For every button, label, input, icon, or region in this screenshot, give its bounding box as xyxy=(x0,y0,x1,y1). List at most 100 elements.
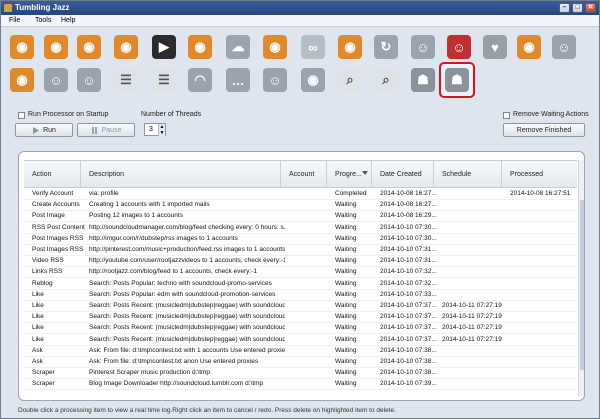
table-row[interactable]: Scraper Pinterest Scraper music productio… xyxy=(24,368,577,380)
toolbar-reblog-circle-button[interactable]: ↻ xyxy=(371,32,401,62)
threads-spinner[interactable]: 3 ▲ ▼ xyxy=(144,123,166,136)
cell-action: Like xyxy=(32,313,44,321)
toolbar-rss-photo-button[interactable]: ◉ xyxy=(111,32,141,62)
view-eye-icon: ◉ xyxy=(301,68,325,92)
toolbar-list-up-button[interactable]: ☰ xyxy=(149,65,179,95)
header-schedule[interactable]: Schedule xyxy=(434,161,502,188)
grid-vertical-scrollbar[interactable] xyxy=(578,160,584,396)
table-row[interactable]: Post Images RSS http://pinterest.com/musi… xyxy=(24,245,577,256)
table-row[interactable]: Post Images RSS http://imgur.com/r/dubste… xyxy=(24,234,577,245)
table-row[interactable]: Like Search: Posts Recent: (musicledm|dub… xyxy=(24,335,577,346)
table-row[interactable]: Post Image Posting 12 images to 1 account… xyxy=(24,211,577,223)
cell-date-created: 2014-10-10 07:37... xyxy=(380,324,437,332)
toolbar-heart-like-button[interactable]: ♥ xyxy=(480,32,510,62)
table-row[interactable]: Video RSS http://youtube.com/user/rootjaz… xyxy=(24,256,577,268)
table-row[interactable]: Like Search: Posts Popular: edm with soun… xyxy=(24,290,577,301)
table-row[interactable]: Ask Ask: From file: d:\tmp\contest.txt an… xyxy=(24,357,577,368)
table-row[interactable]: Scraper Blog Image Downloader http://soun… xyxy=(24,379,577,391)
table-row[interactable]: RSS Post Content http://soundcloudmanager… xyxy=(24,223,577,234)
cell-date-created: 2014-10-10 07:32... xyxy=(380,268,437,276)
toolbar-message-bubble-button[interactable]: … xyxy=(223,65,253,95)
toolbar-user-number-button[interactable]: ☺ xyxy=(74,65,104,95)
rss-text-icon: ◉ xyxy=(10,68,34,92)
toolbar-add-users-button[interactable]: ☺ xyxy=(41,65,71,95)
scrollbar-thumb[interactable] xyxy=(580,200,584,370)
table-row[interactable]: Verify Account via: profile Completed 2014-… xyxy=(24,189,577,200)
cell-action: Post Images RSS xyxy=(32,246,84,253)
grid-header: Action Description Account Progre... Dat… xyxy=(24,160,577,188)
header-account[interactable]: Account xyxy=(281,161,327,188)
close-button[interactable]: ✕ xyxy=(585,3,596,13)
toolbar-rss-text-button[interactable]: ◉ xyxy=(7,65,37,95)
rss-folder-icon: ◉ xyxy=(77,35,101,59)
toolbar-user-remove-button[interactable]: ☺ xyxy=(444,32,474,62)
table-row[interactable]: Ask Ask: From file: d:\tmp\contest.txt wi… xyxy=(24,346,577,357)
cell-action: Post Image xyxy=(32,212,65,220)
toolbar-scraper-robot-button[interactable]: ☗ xyxy=(408,65,438,95)
cell-progress: Waiting xyxy=(335,234,357,242)
toolbar-rss-video-button[interactable]: ◉ xyxy=(185,32,215,62)
toolbar-link-chain-button[interactable]: ∞ xyxy=(298,32,328,62)
toolbar-search-magnifier-button[interactable]: ⌕ xyxy=(335,65,365,95)
toolbar-rss-export-button[interactable]: ◉ xyxy=(260,32,290,62)
header-date-created[interactable]: Date Created xyxy=(372,161,434,188)
cell-schedule: 2014-10-11 07:27:19 xyxy=(442,313,502,321)
remove-finished-label: Remove Finished xyxy=(516,126,572,134)
table-row[interactable]: Like Search: Posts Recent: (musicledm|dub… xyxy=(24,312,577,324)
toolbar-list-grid-button[interactable]: ☰ xyxy=(111,65,141,95)
table-row[interactable]: Links RSS http://rootjazz.com/blog/feed t… xyxy=(24,267,577,279)
header-description[interactable]: Description xyxy=(81,161,281,188)
header-processed[interactable]: Processed xyxy=(502,161,577,188)
toolbar-rss-feed-button[interactable]: ◉ xyxy=(41,32,71,62)
add-users-icon: ☺ xyxy=(44,68,68,92)
user-question-icon: ☺ xyxy=(263,68,287,92)
menu-tools[interactable]: Tools xyxy=(35,17,51,24)
toolbar-view-eye-button[interactable]: ◉ xyxy=(298,65,328,95)
toolbar-rss-link-button[interactable]: ◉ xyxy=(335,32,365,62)
remove-finished-button[interactable]: Remove Finished xyxy=(503,123,585,137)
user-number-icon: ☺ xyxy=(77,68,101,92)
toolbar-cloud-upload-button[interactable]: ☁ xyxy=(223,32,253,62)
menu-file[interactable]: File xyxy=(9,17,20,24)
cell-description: Search: Posts Recent: (musicledm|dubstep… xyxy=(89,324,285,332)
cell-action: Scraper xyxy=(32,369,55,377)
cell-description: via: profile xyxy=(89,190,119,197)
menu-help[interactable]: Help xyxy=(61,17,75,24)
run-on-startup-checkbox[interactable] xyxy=(18,112,25,119)
cell-action: Video RSS xyxy=(32,257,64,265)
rss-badge-icon: ◉ xyxy=(517,35,541,59)
cloud-upload-icon: ☁ xyxy=(226,35,250,59)
pause-button[interactable]: Pause xyxy=(77,123,135,137)
header-action[interactable]: Action xyxy=(24,161,81,188)
cell-action: Post Images RSS xyxy=(32,234,84,242)
table-row[interactable]: Reblog Search: Posts Popular: techno with… xyxy=(24,279,577,290)
minimize-button[interactable]: – xyxy=(559,3,570,13)
toolbar-rss-edit-button[interactable]: ◉ xyxy=(7,32,37,62)
grid-rows: Verify Account via: profile Completed 2014-… xyxy=(24,189,577,394)
toolbar-rss-folder-button[interactable]: ◉ xyxy=(74,32,104,62)
image-search-icon: ⌕ xyxy=(374,68,398,92)
cell-description: http://imgur.com/r/dubstep/rss images to… xyxy=(89,234,238,242)
toolbar-user-question-button[interactable]: ☺ xyxy=(260,65,290,95)
toolbar-user-profile-button[interactable]: ☺ xyxy=(408,32,438,62)
toolbar-wifi-signal-button[interactable]: ◠ xyxy=(185,65,215,95)
table-row[interactable]: Create Accounts Creating 1 accounts with … xyxy=(24,200,577,212)
cell-action: Ask xyxy=(32,346,43,354)
toolbar-video-clapper-button[interactable]: ▶ xyxy=(149,32,179,62)
spin-down-icon[interactable]: ▼ xyxy=(158,130,165,136)
reblog-circle-icon: ↻ xyxy=(374,35,398,59)
toolbar-image-search-button[interactable]: ⌕ xyxy=(371,65,401,95)
header-progress[interactable]: Progre... xyxy=(327,161,372,188)
cell-description: Search: Posts Recent: (musicledm|dubstep… xyxy=(89,313,285,321)
processing-queue-grid: Action Description Account Progre... Dat… xyxy=(18,151,585,401)
toolbar-rss-badge-button[interactable]: ◉ xyxy=(514,32,544,62)
sort-desc-icon xyxy=(362,171,368,175)
message-bubble-icon: … xyxy=(226,68,250,92)
table-row[interactable]: Like Search: Posts Recent: (musicledm|dub… xyxy=(24,301,577,312)
table-row[interactable]: Like Search: Posts Recent: (musicledm|dub… xyxy=(24,323,577,335)
remove-waiting-checkbox[interactable] xyxy=(503,112,510,119)
toolbar-selected-robot-button[interactable]: ☗ xyxy=(439,62,475,98)
maximize-button[interactable]: □ xyxy=(572,3,583,13)
toolbar-user-reply-button[interactable]: ☺ xyxy=(549,32,579,62)
run-button[interactable]: Run xyxy=(15,123,73,137)
